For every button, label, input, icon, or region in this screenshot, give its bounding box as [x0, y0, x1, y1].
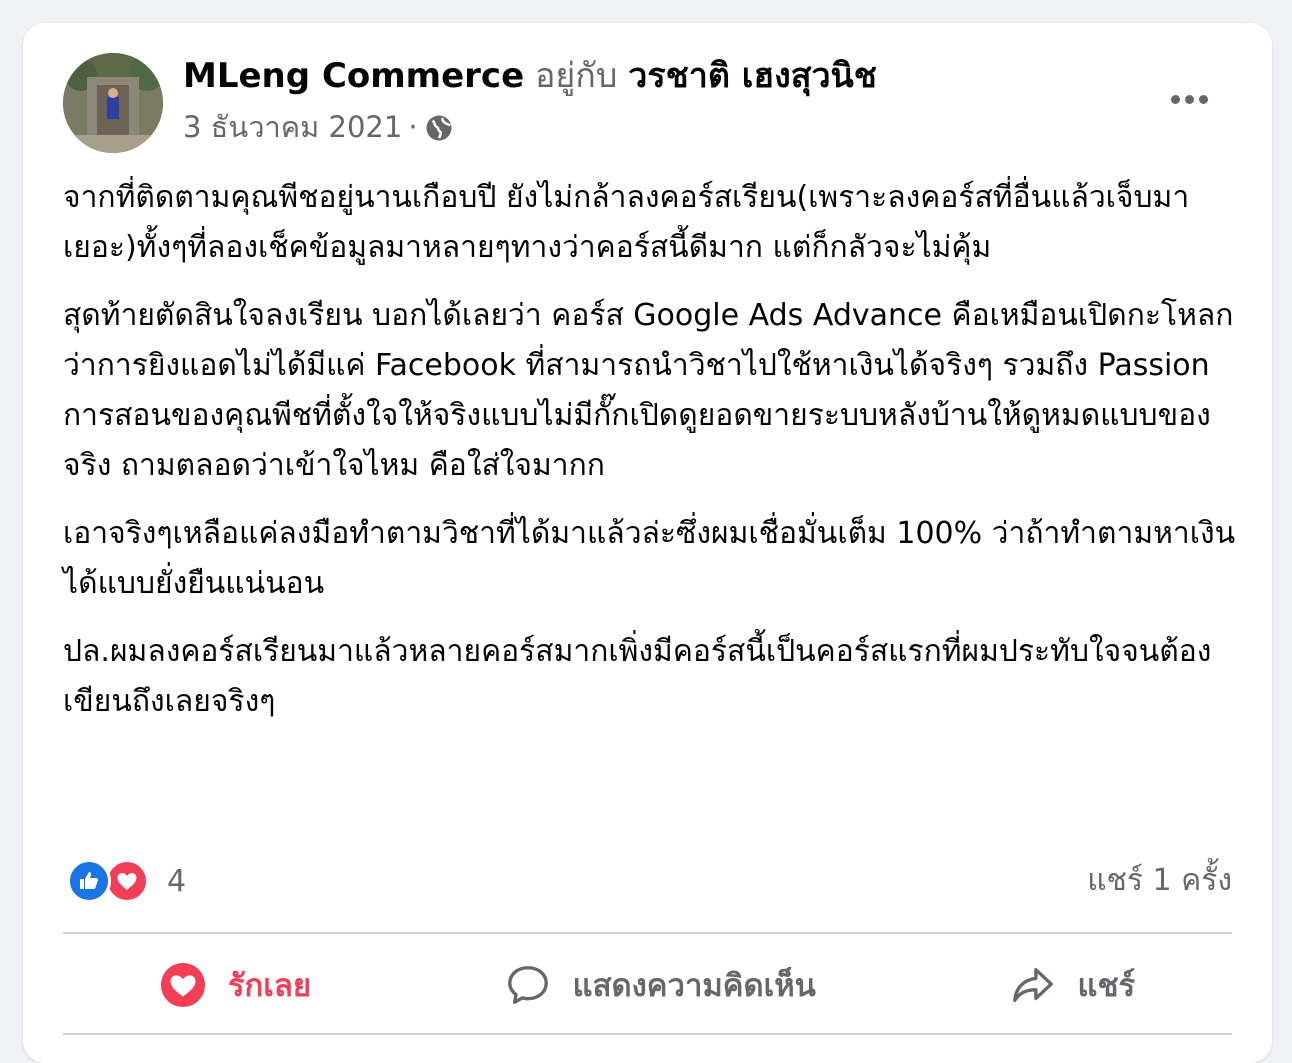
divider [63, 1033, 1232, 1035]
globe-icon[interactable] [424, 113, 454, 143]
tagged-person[interactable]: วรชาติ เฮงสุวนิช [628, 56, 877, 96]
reactions-summary[interactable]: 4 [67, 859, 186, 903]
like-icon [67, 859, 111, 903]
post-body: จากที่ติดตามคุณพีชอยู่นานเกือบปี ยังไม่ก… [63, 173, 1243, 745]
post-date[interactable]: 3 ธันวาคม 2021 [183, 107, 402, 147]
more-dot [1184, 94, 1194, 104]
love-icon [105, 859, 149, 903]
share-count[interactable]: แชร์ 1 ครั้ง [1087, 859, 1232, 903]
more-dot [1198, 94, 1208, 104]
action-bar: รักเลย แสดงความคิดเห็น แชร์ [63, 935, 1232, 1035]
post-paragraph: ปล.ผมลงคอร์สเรียนมาแล้วหลายคอร์สมากเพิ่ง… [63, 634, 1212, 719]
post-header: MLeng Commerce อยู่กับ วรชาติ เฮงสุวนิช [183, 53, 877, 99]
avatar-photo [63, 53, 163, 153]
share-button[interactable]: แชร์ [1010, 960, 1136, 1010]
post-card: MLeng Commerce อยู่กับ วรชาติ เฮงสุวนิช … [23, 23, 1272, 1063]
more-dot [1170, 94, 1180, 104]
more-options-icon[interactable] [1161, 81, 1217, 117]
post-paragraph: สุดท้ายตัดสินใจลงเรียน บอกได้เลยว่า คอร์… [63, 298, 1234, 483]
comment-button[interactable]: แสดงความคิดเห็น [505, 960, 816, 1010]
meta-separator: · [408, 110, 418, 144]
share-icon [1012, 967, 1053, 1003]
avatar[interactable] [63, 53, 163, 153]
love-button-label: รักเลย [227, 968, 311, 1004]
reaction-count[interactable]: 4 [167, 864, 186, 899]
post-paragraph: เอาจริงๆเหลือแค่ลงมือทำตามวิชาที่ได้มาแล… [63, 516, 1236, 601]
divider [63, 932, 1232, 934]
author-name[interactable]: MLeng Commerce [183, 56, 524, 96]
love-icon [160, 962, 205, 1008]
post-meta: 3 ธันวาคม 2021 · [183, 107, 454, 147]
post-paragraph: จากที่ติดตามคุณพีชอยู่นานเกือบปี ยังไม่ก… [63, 180, 1190, 265]
comment-icon [507, 966, 548, 1004]
share-button-label: แชร์ [1077, 968, 1136, 1004]
comment-button-label: แสดงความคิดเห็น [572, 968, 816, 1004]
love-button[interactable]: รักเลย [160, 960, 311, 1010]
with-label: อยู่กับ [534, 56, 618, 96]
